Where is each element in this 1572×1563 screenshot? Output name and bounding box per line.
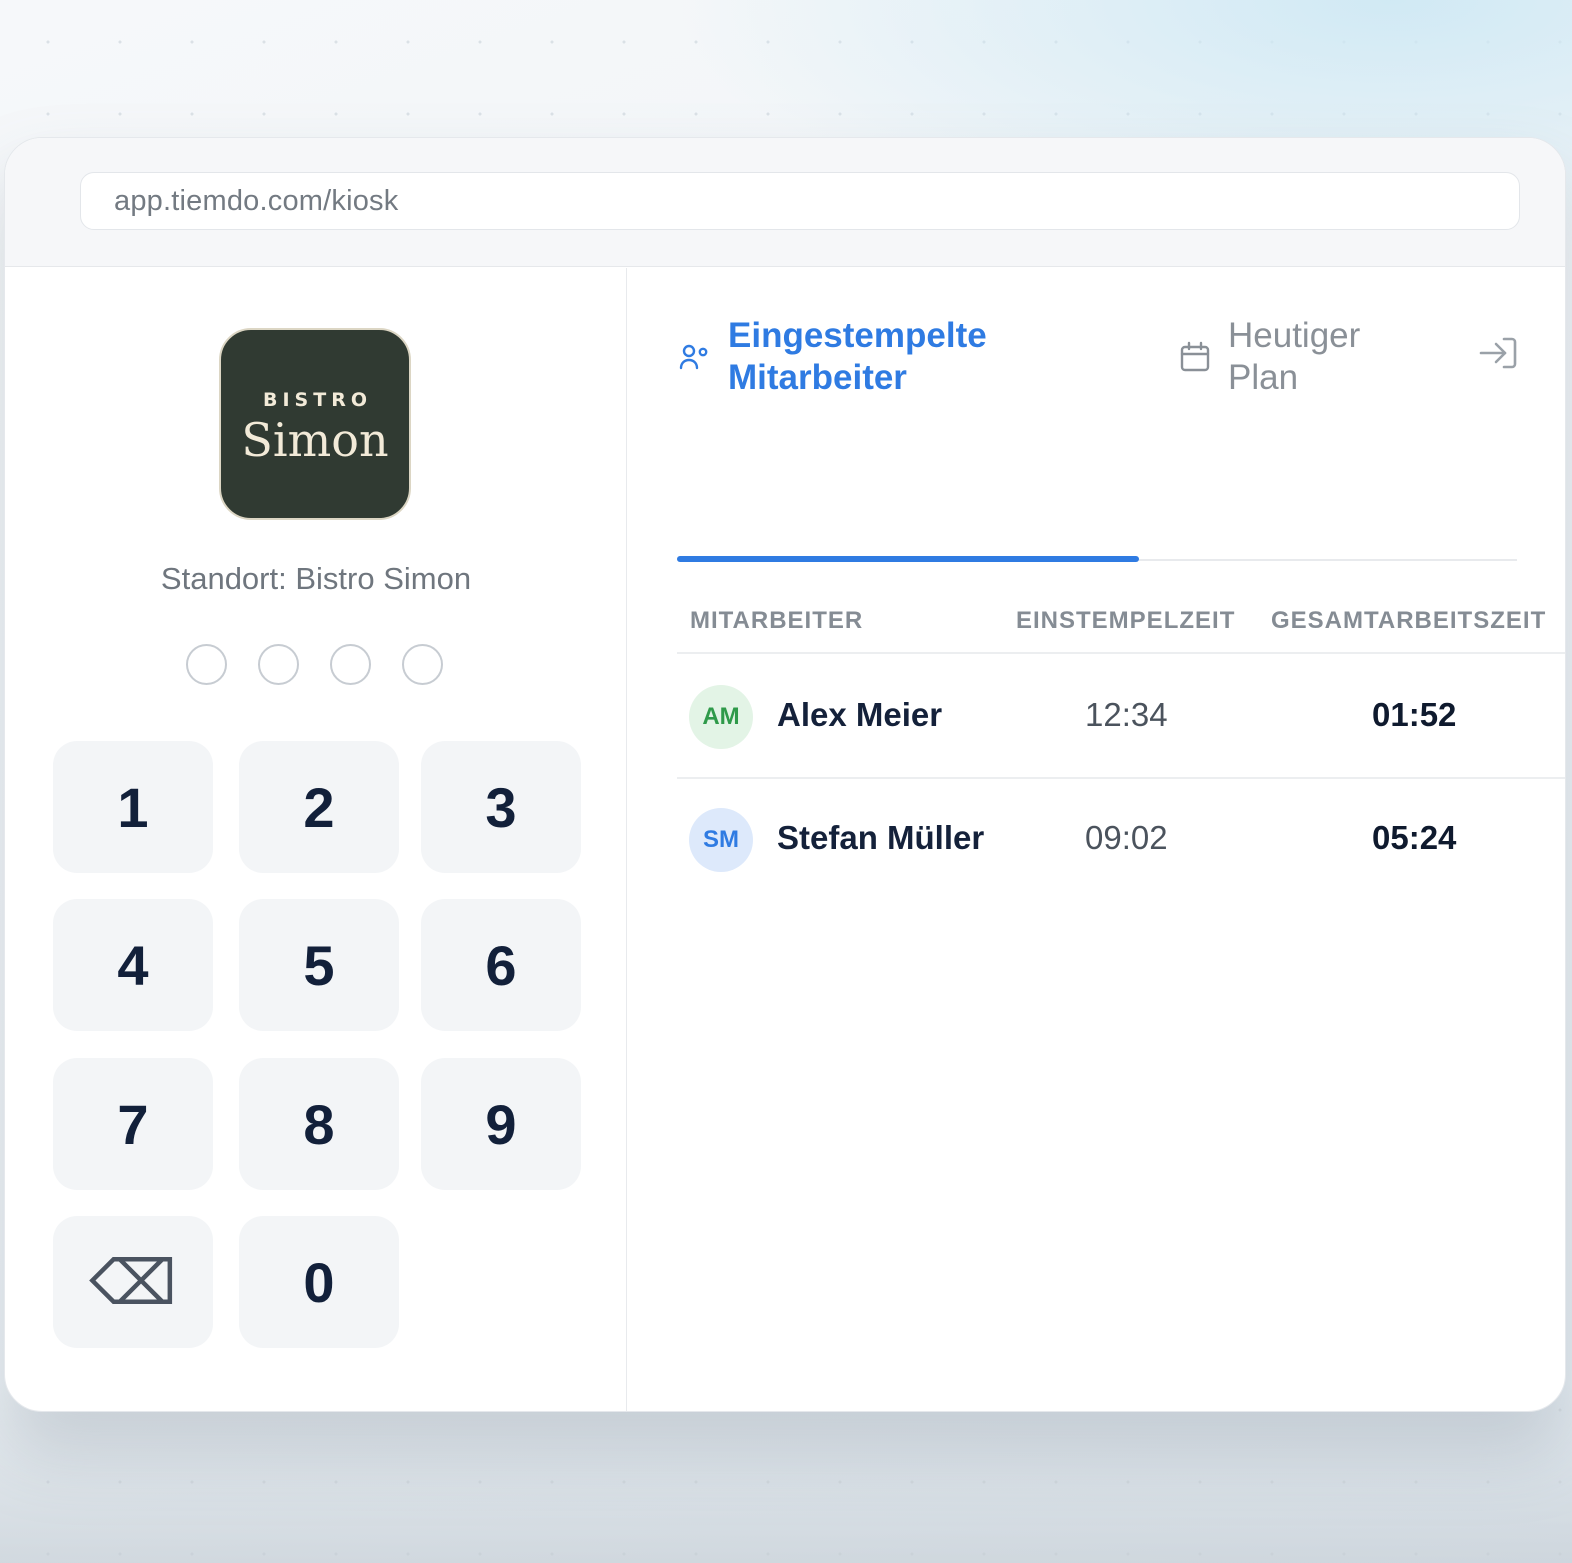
pin-indicator (186, 644, 443, 685)
pin-dot (402, 644, 443, 685)
pin-panel: BISTRO Simon Standort: Bistro Simon 1 2 … (5, 268, 627, 1411)
tab-clocked-in[interactable]: Eingestempelte Mitarbeiter (679, 315, 1018, 399)
key-6[interactable]: 6 (421, 899, 581, 1031)
column-header-employee: MITARBEITER (690, 607, 864, 634)
employee-name: Alex Meier (777, 696, 943, 733)
key-9[interactable]: 9 (421, 1058, 581, 1190)
avatar: SM (689, 808, 753, 872)
calendar-icon (1179, 341, 1211, 378)
key-1[interactable]: 1 (53, 741, 213, 873)
tab-clocked-in-label: Eingestempelte Mitarbeiter (728, 316, 987, 397)
total-work-time: 01:52 (1372, 696, 1457, 733)
pin-dot (258, 644, 299, 685)
total-work-time: 05:24 (1372, 819, 1457, 856)
logo-line-1: BISTRO (263, 389, 372, 411)
table-header-divider (677, 652, 1565, 654)
clock-in-time: 09:02 (1085, 819, 1168, 856)
active-tab-indicator (677, 556, 1139, 562)
tab-todays-plan[interactable]: Heutiger Plan (1179, 315, 1398, 399)
key-7[interactable]: 7 (53, 1058, 213, 1190)
address-bar[interactable]: app.tiemdo.com/kiosk (80, 172, 1520, 230)
address-bar-url: app.tiemdo.com/kiosk (114, 184, 399, 217)
column-header-total: GESAMTARBEITSZEIT (1271, 607, 1547, 634)
backspace-button[interactable]: ⌫ (53, 1216, 213, 1348)
location-label: Standort: Bistro Simon (160, 561, 472, 596)
table-row[interactable]: SM Stefan Müller 09:02 05:24 (677, 779, 1565, 901)
sign-in-icon[interactable] (1479, 336, 1517, 375)
logo-line-2: Simon (241, 413, 389, 467)
key-2[interactable]: 2 (239, 741, 399, 873)
users-icon (679, 343, 711, 378)
key-4[interactable]: 4 (53, 899, 213, 1031)
column-header-clock-in: EINSTEMPELZEIT (1016, 607, 1236, 634)
clock-in-time: 12:34 (1085, 696, 1168, 733)
backspace-icon: ⌫ (89, 1248, 177, 1318)
key-8[interactable]: 8 (239, 1058, 399, 1190)
staff-panel: Eingestempelte Mitarbeiter Heutiger Plan (629, 268, 1565, 1411)
key-5[interactable]: 5 (239, 899, 399, 1031)
table-row[interactable]: AM Alex Meier 12:34 01:52 (677, 656, 1565, 778)
tab-todays-plan-label: Heutiger Plan (1228, 316, 1361, 397)
bistro-logo: BISTRO Simon (219, 328, 411, 520)
browser-window: app.tiemdo.com/kiosk BISTRO Simon Stando… (4, 137, 1566, 1412)
key-0[interactable]: 0 (239, 1216, 399, 1348)
avatar: AM (689, 685, 753, 749)
employee-name: Stefan Müller (777, 819, 985, 856)
pin-dot (330, 644, 371, 685)
browser-chrome: app.tiemdo.com/kiosk (5, 138, 1565, 267)
pin-dot (186, 644, 227, 685)
key-3[interactable]: 3 (421, 741, 581, 873)
